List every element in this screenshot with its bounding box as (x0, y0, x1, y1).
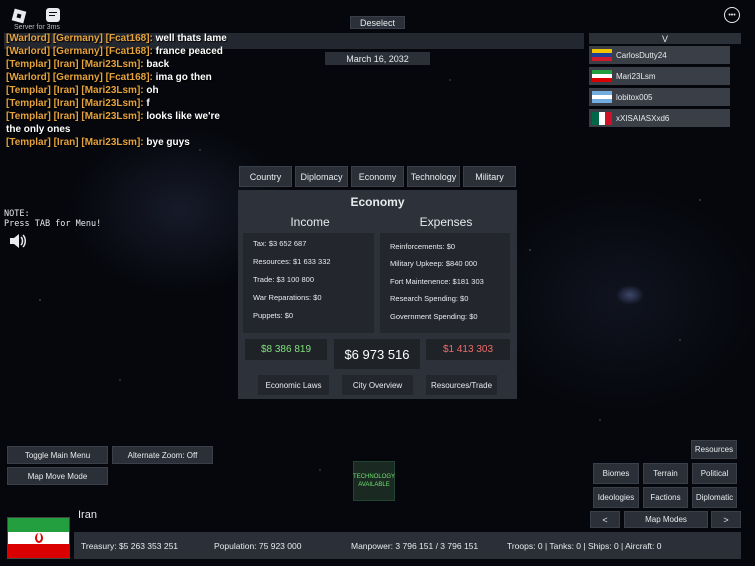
argentina-flag-icon (592, 90, 612, 104)
income-total: $8 386 819 (245, 339, 327, 360)
expense-item: Military Upkeep: $840 000 (390, 259, 478, 268)
date-display: March 16, 2032 (325, 52, 430, 65)
income-item: Puppets: $0 (253, 311, 294, 320)
chat-message: [Warlord] [Germany] [Fcat168]: france pe… (6, 46, 223, 57)
note-label: NOTE: (4, 209, 30, 219)
chat-message: [Warlord] [Germany] [Fcat168]: ima go th… (6, 72, 212, 83)
player-name: Mari23Lsm (616, 71, 656, 81)
chat-icon[interactable] (46, 8, 60, 22)
chat-message: [Templar] [Iran] [Mari23Lsm]: bye guys (6, 137, 190, 148)
chat-message: [Templar] [Iran] [Mari23Lsm]: back (6, 59, 170, 70)
alternate-zoom-button[interactable]: Alternate Zoom: Off (112, 446, 213, 464)
technology-available-notice[interactable]: TECHNOLOGY AVAILABLE (353, 461, 395, 501)
player-name: lobitox005 (616, 92, 653, 102)
net-balance: $6 973 516 (334, 339, 420, 369)
chat-message: [Templar] [Iran] [Mari23Lsm]: oh (6, 85, 159, 96)
deselect-button[interactable]: Deselect (350, 16, 405, 29)
diplomatic-mapmode-button[interactable]: Diplomatic (692, 487, 737, 508)
country-stats-bar: Treasury: $5 263 353 251 Population: 75 … (74, 532, 741, 559)
manpower-stat: Manpower: 3 796 151 / 3 796 151 (351, 541, 479, 551)
tab-military[interactable]: Military (463, 166, 516, 187)
city-overview-button[interactable]: City Overview (342, 375, 413, 395)
map-modes-button[interactable]: Map Modes (624, 511, 708, 528)
tab-technology[interactable]: Technology (407, 166, 460, 187)
mexico-flag-icon (592, 111, 612, 125)
economy-panel: Economy Income Expenses Tax: $3 652 687 … (238, 190, 517, 399)
tab-economy[interactable]: Economy (351, 166, 404, 187)
note-message: Press TAB for Menu! (4, 219, 102, 229)
next-mapmode-button[interactable]: > (711, 511, 741, 528)
player-name: xXISAIASXxd6 (616, 113, 670, 123)
political-mapmode-button[interactable]: Political (692, 463, 737, 484)
speaker-icon[interactable] (9, 233, 27, 249)
economy-title: Economy (350, 195, 405, 209)
more-options-icon[interactable]: ••• (724, 7, 740, 23)
tab-country[interactable]: Country (239, 166, 292, 187)
roblox-logo-icon[interactable] (10, 7, 28, 25)
terrain-mapmode-button[interactable]: Terrain (643, 463, 688, 484)
player-entry[interactable]: xXISAIASXxd6 (589, 109, 730, 127)
income-list: Tax: $3 652 687 Resources: $1 633 332 Tr… (243, 233, 374, 333)
resources-trade-button[interactable]: Resources/Trade (426, 375, 497, 395)
player-entry[interactable]: Mari23Lsm (589, 67, 730, 85)
expenses-total: $1 413 303 (426, 339, 510, 360)
tab-diplomacy[interactable]: Diplomacy (295, 166, 348, 187)
country-name: Iran (78, 509, 97, 521)
expense-item: Government Spending: $0 (390, 312, 478, 321)
biomes-mapmode-button[interactable]: Biomes (593, 463, 639, 484)
map-move-mode-button[interactable]: Map Move Mode (7, 467, 108, 485)
player-entry[interactable]: CarlosDutty24 (589, 46, 730, 64)
expense-item: Reinforcements: $0 (390, 242, 456, 251)
chat-message: [Warlord] [Germany] [Fcat168]: well that… (6, 33, 227, 44)
military-stat: Troops: 0 | Tanks: 0 | Ships: 0 | Aircra… (507, 541, 662, 551)
treasury-stat: Treasury: $5 263 353 251 (81, 541, 179, 551)
income-item: Resources: $1 633 332 (253, 257, 331, 266)
expense-item: Research Spending: $0 (390, 294, 469, 303)
chat-message: [Templar] [Iran] [Mari23Lsm]: f (6, 98, 150, 109)
ideologies-mapmode-button[interactable]: Ideologies (593, 487, 639, 508)
expenses-list: Reinforcements: $0 Military Upkeep: $840… (380, 233, 510, 333)
income-item: War Reparations: $0 (253, 293, 322, 302)
expenses-title: Expenses (419, 215, 473, 229)
note-text: NOTE: Press TAB for Menu! (4, 209, 101, 229)
venezuela-flag-icon (592, 48, 612, 62)
prev-mapmode-button[interactable]: < (590, 511, 620, 528)
economic-laws-button[interactable]: Economic Laws (258, 375, 329, 395)
factions-mapmode-button[interactable]: Factions (643, 487, 688, 508)
toggle-main-menu-button[interactable]: Toggle Main Menu (7, 446, 108, 464)
resources-mapmode-button[interactable]: Resources (691, 440, 737, 459)
player-entry[interactable]: lobitox005 (589, 88, 730, 106)
expense-item: Fort Maintenence: $181 303 (390, 277, 484, 286)
income-item: Tax: $3 652 687 (253, 239, 307, 248)
income-item: Trade: $3 100 800 (253, 275, 315, 284)
iran-flag-icon (592, 69, 612, 83)
player-name: CarlosDutty24 (616, 50, 667, 60)
income-title: Income (290, 215, 330, 229)
players-header[interactable]: V (589, 33, 741, 44)
iran-flag-icon[interactable] (7, 517, 70, 559)
chat-log: [Warlord] [Germany] [Fcat168]: well that… (6, 32, 231, 149)
population-stat: Population: 75 923 000 (214, 541, 302, 551)
chat-message: [Templar] [Iran] [Mari23Lsm]: looks like… (6, 111, 220, 135)
server-note: Server for 3ms (14, 24, 60, 31)
